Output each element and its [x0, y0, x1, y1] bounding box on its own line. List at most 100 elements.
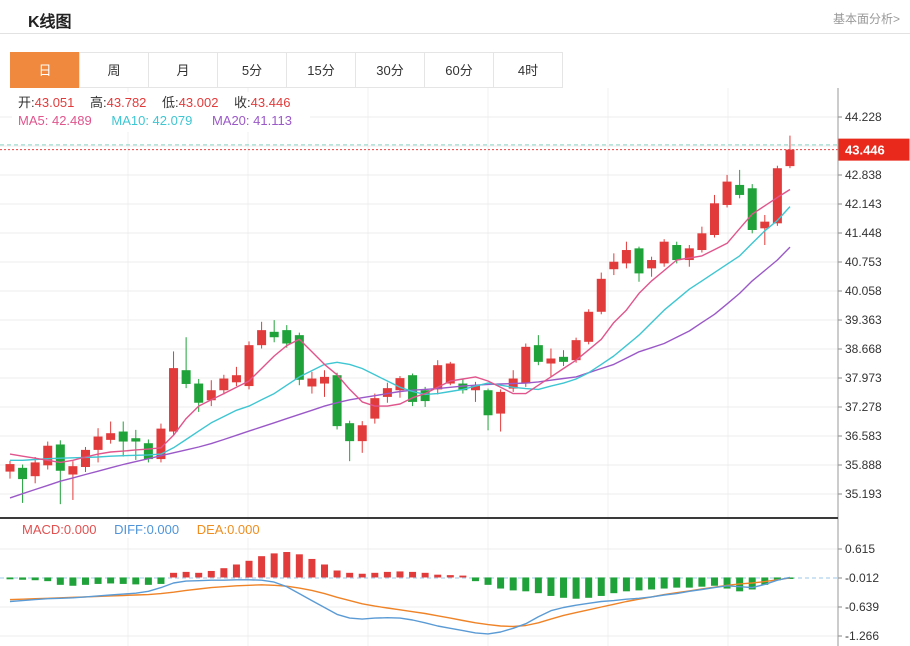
- price-tick-label: 42.143: [845, 197, 882, 211]
- macd-bar: [19, 577, 26, 579]
- macd-bar: [422, 573, 429, 578]
- close-label: 收:: [234, 95, 251, 110]
- macd-bar: [321, 564, 328, 577]
- candle-body: [710, 203, 719, 235]
- candle-body: [232, 375, 241, 382]
- candle-body: [182, 370, 191, 384]
- tab-30min[interactable]: 30分: [355, 52, 425, 88]
- tab-month[interactable]: 月: [148, 52, 218, 88]
- candle-body: [219, 379, 228, 391]
- macd-bar: [220, 568, 227, 577]
- interval-tabbar: 日周月5分15分30分60分4时: [10, 52, 563, 88]
- ohlc-info-box: 开:43.051 高:43.782 低:43.002 收:43.446 MA5:…: [12, 92, 310, 132]
- high-label: 高:: [90, 95, 107, 110]
- macd-bar: [724, 577, 731, 588]
- macd-bar: [447, 575, 454, 577]
- candle-body: [748, 188, 757, 230]
- candle-body: [106, 433, 115, 440]
- ma5-line: [10, 190, 790, 463]
- candle-body: [43, 446, 52, 466]
- candle-body: [333, 375, 342, 426]
- macd-bar: [510, 577, 517, 590]
- price-tick-label: 41.448: [845, 226, 882, 240]
- macd-bar: [686, 577, 693, 587]
- macd-bar: [698, 577, 705, 586]
- tab-day[interactable]: 日: [10, 52, 80, 88]
- dea-line: [10, 578, 790, 627]
- tab-4hour[interactable]: 4时: [493, 52, 563, 88]
- macd-bar: [585, 577, 592, 597]
- macd-bar: [648, 577, 655, 589]
- tab-60min[interactable]: 60分: [424, 52, 494, 88]
- macd-bar: [497, 577, 504, 588]
- candle-body: [31, 462, 40, 476]
- price-tick-label: 40.058: [845, 284, 882, 298]
- macd-bar: [346, 573, 353, 578]
- ma10-value: MA10: 42.079: [111, 113, 192, 128]
- candle-body: [6, 464, 15, 472]
- macd-bar: [120, 577, 127, 583]
- candle-body: [622, 250, 631, 263]
- price-tick-label: 35.888: [845, 458, 882, 472]
- tab-week[interactable]: 周: [79, 52, 149, 88]
- candle-body: [597, 279, 606, 312]
- macd-bar: [485, 577, 492, 584]
- diff-line: [10, 577, 790, 634]
- low-value: 43.002: [179, 95, 219, 110]
- dea-value: DEA:0.000: [197, 522, 260, 537]
- fundamental-analysis-link[interactable]: 基本面分析>: [833, 10, 900, 27]
- macd-bar: [157, 577, 164, 583]
- macd-bar: [535, 577, 542, 593]
- candle-body: [119, 432, 128, 442]
- candle-body: [282, 330, 291, 343]
- macd-bar: [32, 577, 39, 580]
- ma10-line: [10, 207, 790, 461]
- price-tick-label: 44.228: [845, 110, 882, 124]
- candle-body: [672, 245, 681, 260]
- macd-info-row: MACD:0.000 DIFF:0.000 DEA:0.000: [22, 522, 260, 538]
- price-tick-label: 42.838: [845, 168, 882, 182]
- price-tick-label: 35.193: [845, 487, 882, 501]
- macd-bar: [472, 577, 479, 581]
- ma20-line: [10, 247, 790, 498]
- macd-tick-label: -0.012: [845, 571, 879, 585]
- macd-bar: [95, 577, 102, 583]
- macd-bar: [661, 577, 668, 588]
- candle-body: [697, 233, 706, 250]
- candle-body: [723, 182, 732, 205]
- close-value: 43.446: [251, 95, 291, 110]
- main-chart-canvas[interactable]: 44.22843.53342.83842.14341.44840.75340.0…: [0, 88, 910, 519]
- page-header: K线图 基本面分析>: [0, 0, 910, 34]
- macd-bar: [547, 577, 554, 596]
- price-grid-layer: 44.22843.53342.83842.14341.44840.75340.0…: [0, 88, 882, 518]
- open-label: 开:: [18, 95, 35, 110]
- candle-body: [635, 248, 644, 273]
- candle-body: [370, 398, 379, 418]
- macd-bar: [308, 559, 315, 578]
- price-tick-label: 37.973: [845, 371, 882, 385]
- tab-5min[interactable]: 5分: [217, 52, 287, 88]
- macd-bar: [170, 573, 177, 578]
- candle-body: [559, 357, 568, 362]
- candle-body: [521, 347, 530, 384]
- macd-bar: [560, 577, 567, 597]
- candle-body: [270, 332, 279, 337]
- macd-bar: [384, 572, 391, 578]
- macd-chart-canvas[interactable]: 0.615-0.012-0.639-1.266: [0, 519, 910, 646]
- tab-15min[interactable]: 15分: [286, 52, 356, 88]
- candle-body: [484, 390, 493, 415]
- macd-bar: [522, 577, 529, 591]
- candle-body: [18, 468, 27, 479]
- macd-bar: [283, 552, 290, 577]
- macd-bar: [246, 561, 253, 578]
- macd-bar: [598, 577, 605, 596]
- open-value: 43.051: [35, 95, 75, 110]
- candle-body: [534, 345, 543, 362]
- candle-body: [144, 443, 153, 459]
- candle-body: [257, 330, 266, 345]
- macd-bar: [610, 577, 617, 593]
- macd-bar: [271, 553, 278, 577]
- price-tick-label: 40.753: [845, 255, 882, 269]
- macd-bar: [195, 573, 202, 578]
- macd-tick-label: -0.639: [845, 600, 879, 614]
